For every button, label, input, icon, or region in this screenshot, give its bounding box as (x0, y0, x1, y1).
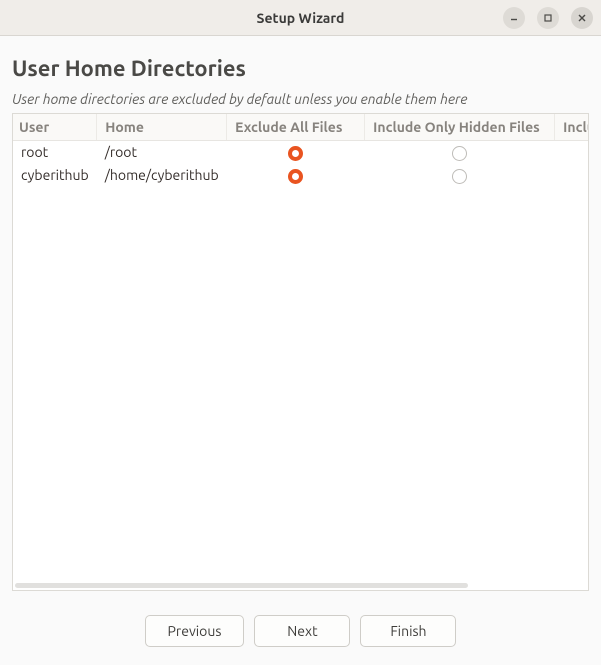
cell-exclude-all (227, 141, 365, 164)
footer-buttons: Previous Next Finish (0, 599, 601, 665)
titlebar: Setup Wizard (0, 0, 601, 36)
cell-include-all (555, 141, 589, 164)
finish-button[interactable]: Finish (360, 615, 456, 647)
radio-include-hidden[interactable] (452, 146, 467, 161)
cell-exclude-all (227, 164, 365, 187)
radio-include-hidden[interactable] (452, 169, 467, 184)
cell-home: /root (97, 141, 227, 164)
radio-exclude-all[interactable] (288, 146, 303, 161)
next-button[interactable]: Next (254, 615, 350, 647)
close-button[interactable] (571, 7, 593, 29)
page-title: User Home Directories (12, 56, 589, 81)
table-row[interactable]: cyberithub/home/cyberithub (13, 164, 589, 187)
cell-include-all (555, 164, 589, 187)
minimize-icon (509, 13, 519, 23)
cell-include-hidden (365, 141, 555, 164)
radio-exclude-all[interactable] (288, 169, 303, 184)
col-header-user[interactable]: User (13, 114, 97, 141)
previous-button[interactable]: Previous (145, 615, 245, 647)
table-row[interactable]: root/root (13, 141, 589, 164)
horizontal-scrollbar[interactable] (15, 583, 468, 588)
table-container[interactable]: User Home Exclude All Files Include Only… (12, 113, 589, 591)
col-header-include-hidden[interactable]: Include Only Hidden Files (365, 114, 555, 141)
content-area: User Home Directories User home director… (0, 36, 601, 599)
col-header-include-all[interactable]: Inclu (555, 114, 589, 141)
cell-user: cyberithub (13, 164, 97, 187)
close-icon (577, 13, 587, 23)
window-controls (503, 7, 593, 29)
cell-home: /home/cyberithub (97, 164, 227, 187)
cell-include-hidden (365, 164, 555, 187)
users-table: User Home Exclude All Files Include Only… (13, 114, 589, 187)
page-subtitle: User home directories are excluded by de… (12, 91, 589, 107)
col-header-exclude-all[interactable]: Exclude All Files (227, 114, 365, 141)
maximize-button[interactable] (537, 7, 559, 29)
maximize-icon (543, 13, 553, 23)
cell-user: root (13, 141, 97, 164)
col-header-home[interactable]: Home (97, 114, 227, 141)
minimize-button[interactable] (503, 7, 525, 29)
